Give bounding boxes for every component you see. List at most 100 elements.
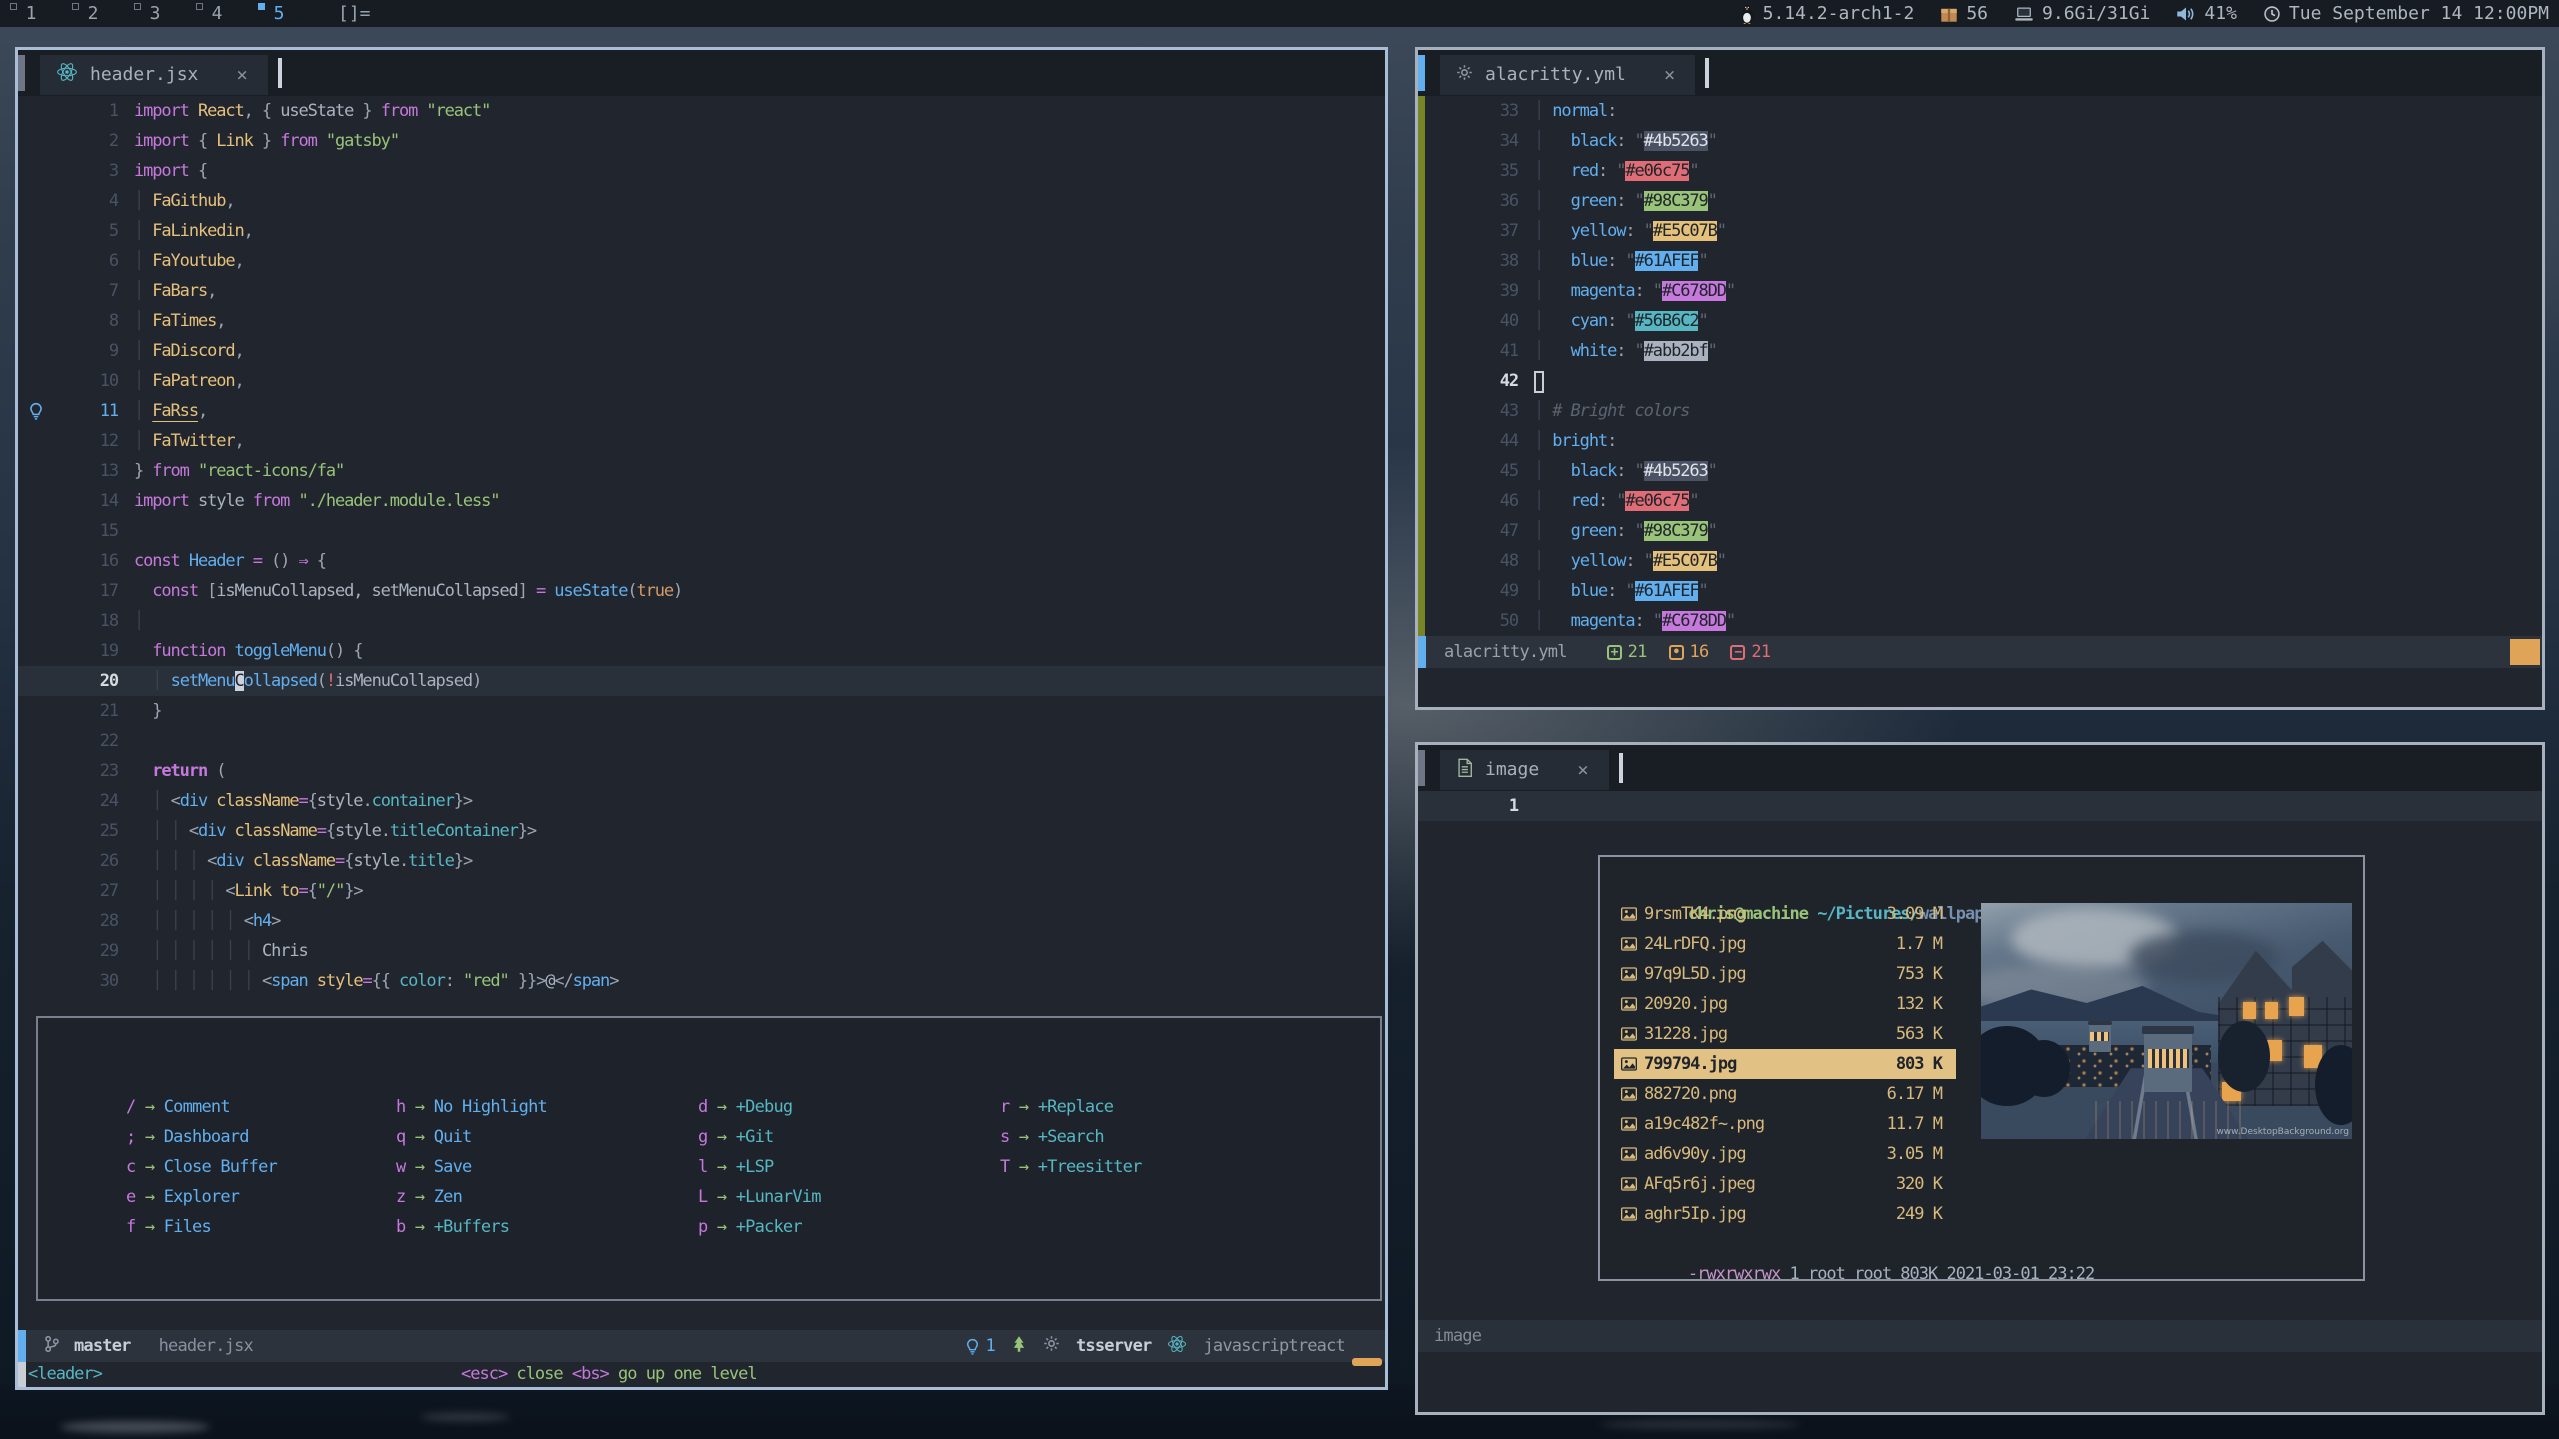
code-line-37[interactable]: 37│ yellow: "#E5C07B"	[1418, 216, 2542, 246]
code-line-20[interactable]: 20 │ setMenuCollapsed(!isMenuCollapsed)	[18, 666, 1385, 696]
code-line-1[interactable]: 1	[1418, 791, 2542, 821]
code-line-42[interactable]: 42	[1418, 366, 2542, 396]
command-line-alacritty[interactable]	[1418, 668, 2542, 707]
command-line-image[interactable]	[1418, 1352, 2542, 1412]
file-row-882720.png[interactable]: 882720.png6.17 M	[1614, 1079, 1956, 1109]
which-key-binding-r[interactable]: r → +Replace	[1000, 1092, 1142, 1122]
code-line-8[interactable]: 8│ FaTimes,	[18, 306, 1385, 336]
code-line-36[interactable]: 36│ green: "#98C379"	[1418, 186, 2542, 216]
tab-alacritty-yml[interactable]: alacritty.yml ×	[1440, 55, 1695, 95]
code-line-22[interactable]: 22	[18, 726, 1385, 756]
file-row-AFq5r6j.jpeg[interactable]: AFq5r6j.jpeg320 K	[1614, 1169, 1956, 1199]
code-line-28[interactable]: 28 │ │ │ │ │ <h4>	[18, 906, 1385, 936]
which-key-binding-;[interactable]: ; → Dashboard	[126, 1122, 277, 1152]
code-line-11[interactable]: 11│ FaRss,	[18, 396, 1385, 426]
window-image-preview[interactable]: image × 1 chris@machine ~/Pictures/wallp…	[1415, 742, 2545, 1415]
which-key-binding-q[interactable]: q → Quit	[396, 1122, 547, 1152]
code-line-16[interactable]: 16const Header = () ⇒ {	[18, 546, 1385, 576]
code-line-21[interactable]: 21 }	[18, 696, 1385, 726]
code-line-23[interactable]: 23 return (	[18, 756, 1385, 786]
code-line-10[interactable]: 10│ FaPatreon,	[18, 366, 1385, 396]
code-line-17[interactable]: 17 const [isMenuCollapsed, setMenuCollap…	[18, 576, 1385, 606]
file-row-9rsmTK4.png[interactable]: 9rsmTK4.png3.09 M	[1614, 899, 1956, 929]
code-line-13[interactable]: 13} from "react-icons/fa"	[18, 456, 1385, 486]
file-row-799794.jpg[interactable]: 799794.jpg803 K	[1614, 1049, 1956, 1079]
code-line-24[interactable]: 24 │ <div className={style.container}>	[18, 786, 1385, 816]
which-key-binding-b[interactable]: b → +Buffers	[396, 1212, 547, 1242]
file-row-aghr5Ip.jpg[interactable]: aghr5Ip.jpg249 K	[1614, 1199, 1956, 1229]
close-icon[interactable]: ×	[1664, 64, 1675, 86]
scroll-indicator[interactable]	[18, 55, 25, 91]
code-line-49[interactable]: 49│ blue: "#61AFEF"	[1418, 576, 2542, 606]
code-line-14[interactable]: 14import style from "./header.module.les…	[18, 486, 1385, 516]
code-line-41[interactable]: 41│ white: "#abb2bf"	[1418, 336, 2542, 366]
code-line-43[interactable]: 43│ # Bright colors	[1418, 396, 2542, 426]
which-key-binding-g[interactable]: g → +Git	[698, 1122, 821, 1152]
file-row-31228.jpg[interactable]: 31228.jpg563 K	[1614, 1019, 1956, 1049]
code-line-35[interactable]: 35│ red: "#e06c75"	[1418, 156, 2542, 186]
scrollbar-thumb[interactable]	[2510, 639, 2540, 665]
which-key-binding-w[interactable]: w → Save	[396, 1152, 547, 1182]
file-row-a19c482f~.png[interactable]: a19c482f~.png11.7 M	[1614, 1109, 1956, 1139]
code-line-47[interactable]: 47│ green: "#98C379"	[1418, 516, 2542, 546]
file-row-ad6v90y.jpg[interactable]: ad6v90y.jpg3.05 M	[1614, 1139, 1956, 1169]
close-icon[interactable]: ×	[1577, 759, 1588, 781]
which-key-binding-f[interactable]: f → Files	[126, 1212, 277, 1242]
code-line-6[interactable]: 6│ FaYoutube,	[18, 246, 1385, 276]
layout-indicator[interactable]: []=	[338, 3, 371, 24]
command-line-left[interactable]: <leader> <esc> close <bs> go up one leve…	[18, 1362, 1385, 1387]
file-row-20920.jpg[interactable]: 20920.jpg132 K	[1614, 989, 1956, 1019]
file-manager-float[interactable]: chris@machine ~/Pictures/wallpapers/7997…	[1598, 855, 2365, 1281]
workspace-tag-1[interactable]: 1	[0, 0, 62, 27]
which-key-binding-L[interactable]: L → +LunarVim	[698, 1182, 821, 1212]
code-line-27[interactable]: 27 │ │ │ │ <Link to={"/"}>	[18, 876, 1385, 906]
code-line-29[interactable]: 29 │ │ │ │ │ │ Chris	[18, 936, 1385, 966]
code-line-4[interactable]: 4│ FaGithub,	[18, 186, 1385, 216]
workspace-tag-4[interactable]: 4	[186, 0, 248, 27]
code-line-40[interactable]: 40│ cyan: "#56B6C2"	[1418, 306, 2542, 336]
code-line-15[interactable]: 15	[18, 516, 1385, 546]
code-line-45[interactable]: 45│ black: "#4b5263"	[1418, 456, 2542, 486]
code-line-19[interactable]: 19 function toggleMenu() {	[18, 636, 1385, 666]
scroll-indicator[interactable]	[1418, 750, 1425, 786]
workspace-tag-2[interactable]: 2	[62, 0, 124, 27]
which-key-binding-/[interactable]: / → Comment	[126, 1092, 277, 1122]
which-key-binding-e[interactable]: e → Explorer	[126, 1182, 277, 1212]
code-line-9[interactable]: 9│ FaDiscord,	[18, 336, 1385, 366]
code-area-alacritty[interactable]: 33│ normal:34│ black: "#4b5263"35│ red: …	[1418, 96, 2542, 636]
code-line-7[interactable]: 7│ FaBars,	[18, 276, 1385, 306]
code-line-26[interactable]: 26 │ │ │ <div className={style.title}>	[18, 846, 1385, 876]
scrollbar-strip[interactable]	[1418, 96, 1425, 636]
tab-header-jsx[interactable]: header.jsx ×	[40, 55, 268, 95]
which-key-binding-d[interactable]: d → +Debug	[698, 1092, 821, 1122]
which-key-binding-l[interactable]: l → +LSP	[698, 1152, 821, 1182]
file-row-97q9L5D.jpg[interactable]: 97q9L5D.jpg753 K	[1614, 959, 1956, 989]
code-line-46[interactable]: 46│ red: "#e06c75"	[1418, 486, 2542, 516]
code-line-33[interactable]: 33│ normal:	[1418, 96, 2542, 126]
window-editor-left[interactable]: header.jsx × 1import React, { useState }…	[15, 47, 1388, 1390]
code-line-48[interactable]: 48│ yellow: "#E5C07B"	[1418, 546, 2542, 576]
tab-image[interactable]: image ×	[1440, 750, 1609, 790]
file-row-24LrDFQ.jpg[interactable]: 24LrDFQ.jpg1.7 M	[1614, 929, 1956, 959]
code-line-18[interactable]: 18│	[18, 606, 1385, 636]
code-line-39[interactable]: 39│ magenta: "#C678DD"	[1418, 276, 2542, 306]
code-line-1[interactable]: 1import React, { useState } from "react"	[18, 96, 1385, 126]
which-key-binding-p[interactable]: p → +Packer	[698, 1212, 821, 1242]
code-line-12[interactable]: 12│ FaTwitter,	[18, 426, 1385, 456]
scrollbar-thumb[interactable]	[1352, 1358, 1382, 1366]
code-line-3[interactable]: 3import {	[18, 156, 1385, 186]
code-line-50[interactable]: 50│ magenta: "#C678DD"	[1418, 606, 2542, 636]
scroll-indicator[interactable]	[1418, 55, 1425, 91]
which-key-binding-c[interactable]: c → Close Buffer	[126, 1152, 277, 1182]
code-line-25[interactable]: 25 │ │ <div className={style.titleContai…	[18, 816, 1385, 846]
which-key-binding-z[interactable]: z → Zen	[396, 1182, 547, 1212]
which-key-binding-T[interactable]: T → +Treesitter	[1000, 1152, 1142, 1182]
window-editor-alacritty[interactable]: alacritty.yml × 33│ normal:34│ black: "#…	[1415, 47, 2545, 710]
close-icon[interactable]: ×	[236, 64, 247, 86]
code-line-44[interactable]: 44│ bright:	[1418, 426, 2542, 456]
code-line-5[interactable]: 5│ FaLinkedin,	[18, 216, 1385, 246]
code-line-30[interactable]: 30 │ │ │ │ │ │ <span style={{ color: "re…	[18, 966, 1385, 996]
code-line-34[interactable]: 34│ black: "#4b5263"	[1418, 126, 2542, 156]
code-line-38[interactable]: 38│ blue: "#61AFEF"	[1418, 246, 2542, 276]
which-key-binding-h[interactable]: h → No Highlight	[396, 1092, 547, 1122]
